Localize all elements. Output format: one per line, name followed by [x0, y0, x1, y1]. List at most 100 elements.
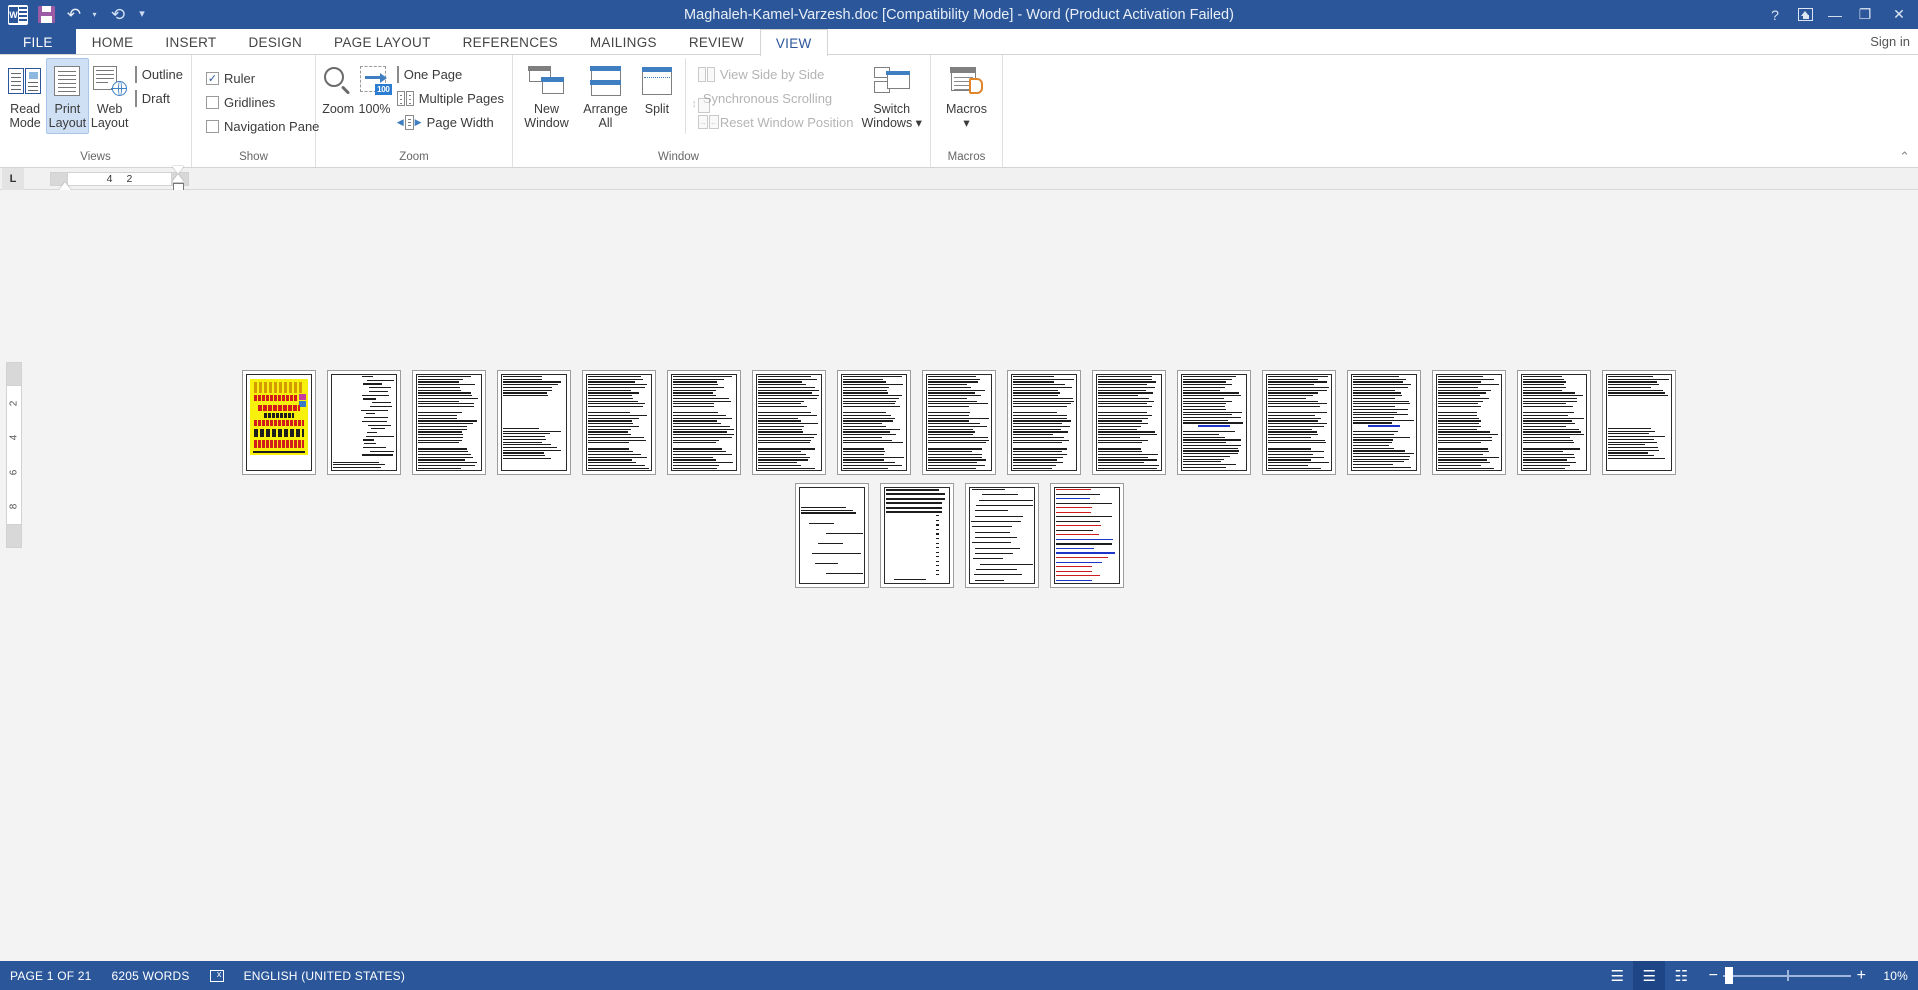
word-count[interactable]: 6205 WORDS	[102, 961, 200, 990]
sign-in-button[interactable]: Sign in	[1870, 29, 1918, 54]
page-thumbnail[interactable]	[409, 367, 489, 478]
page-thumbnail[interactable]	[961, 480, 1042, 591]
macros-icon	[950, 63, 983, 99]
page-thumbnail[interactable]	[1046, 480, 1127, 591]
outline-button[interactable]: Outline	[131, 62, 187, 86]
customize-qat-icon[interactable]: ▾	[133, 3, 151, 27]
print-layout-label-2: Layout	[48, 116, 87, 130]
collapse-ribbon-icon[interactable]: ⌃	[1899, 149, 1910, 165]
page-thumbnail[interactable]	[579, 367, 659, 478]
arrange-all-button[interactable]: Arrange All	[576, 58, 635, 134]
macros-button[interactable]: Macros ▾	[935, 58, 998, 134]
close-button[interactable]: ✕	[1880, 0, 1918, 29]
multiple-pages-button[interactable]: Multiple Pages	[393, 86, 508, 110]
page-thumbnail[interactable]	[1429, 367, 1509, 478]
page-indicator[interactable]: PAGE 1 OF 21	[0, 961, 102, 990]
tab-mailings[interactable]: MAILINGS	[574, 29, 673, 54]
page-thumbnail[interactable]	[1174, 367, 1254, 478]
horizontal-ruler[interactable]: 4 2	[50, 165, 189, 192]
minimize-button[interactable]: —	[1820, 0, 1850, 29]
page-thumbnail[interactable]	[919, 367, 999, 478]
gridlines-checkbox[interactable]: Gridlines	[202, 90, 323, 114]
page-thumbnail[interactable]	[1089, 367, 1169, 478]
word-logo-icon[interactable]: W	[5, 3, 31, 27]
language-indicator[interactable]: ENGLISH (UNITED STATES)	[234, 961, 416, 990]
one-page-button[interactable]: One Page	[393, 62, 508, 86]
page-width-button[interactable]: ◀ ▶ Page Width	[393, 110, 508, 134]
page-thumbnail[interactable]	[876, 480, 957, 591]
undo-icon[interactable]: ↶	[61, 3, 87, 27]
outline-label: Outline	[141, 66, 183, 82]
page-thumbnail[interactable]	[494, 367, 574, 478]
redo-icon[interactable]: ⟲	[105, 3, 131, 27]
page-thumbnail[interactable]	[324, 367, 404, 478]
page-thumbnail[interactable]	[1344, 367, 1424, 478]
zoom-100-label: 100%	[358, 102, 391, 116]
print-layout-button[interactable]: Print Layout	[46, 58, 89, 134]
page-thumbnail[interactable]	[1004, 367, 1084, 478]
print-layout-view-button[interactable]: ☰	[1633, 961, 1666, 990]
page-thumbnail[interactable]	[749, 367, 829, 478]
tab-stop-selector[interactable]: L	[2, 167, 24, 190]
zoom-100-button[interactable]: 100 100%	[356, 58, 392, 134]
read-mode-view-button[interactable]: ☰	[1601, 961, 1633, 990]
zoom-percent[interactable]: 10%	[1883, 969, 1918, 983]
switch-windows-button[interactable]: Switch Windows ▾	[857, 58, 926, 134]
ribbon-display-options-icon[interactable]	[1790, 0, 1820, 29]
draft-button[interactable]: Draft	[131, 86, 187, 110]
synchronous-scrolling-button[interactable]: ↕ Synchronous Scrolling	[691, 86, 858, 113]
ribbon-group-views: Read Mode Print Layout Web Layout Outlin…	[0, 55, 192, 167]
navigation-pane-checkbox[interactable]: Navigation Pane	[202, 114, 323, 138]
ruler-checkbox-box: ✓	[206, 71, 219, 85]
reset-window-position-button[interactable]: → ← Reset Window Position	[694, 110, 858, 134]
web-layout-view-button[interactable]: ☷	[1665, 961, 1697, 990]
page-thumbnail[interactable]	[834, 367, 914, 478]
save-icon[interactable]	[33, 3, 59, 27]
page-thumbnail[interactable]	[791, 480, 872, 591]
page-thumbnail[interactable]	[1259, 367, 1339, 478]
tab-view[interactable]: VIEW	[759, 29, 828, 56]
web-layout-label-2: Layout	[90, 116, 129, 130]
page-thumbnail[interactable]	[1599, 367, 1679, 478]
restore-button[interactable]: ❐	[1850, 0, 1880, 29]
ruler-checkbox[interactable]: ✓ Ruler	[202, 66, 323, 90]
document-canvas[interactable]: 2 4 6 8	[0, 190, 1918, 961]
group-label-macros: Macros	[947, 151, 986, 163]
new-window-button[interactable]: New Window	[517, 58, 576, 134]
zoom-slider-knob[interactable]	[1725, 967, 1734, 984]
group-label-views: Views	[80, 151, 111, 163]
zoom-in-button[interactable]: +	[1851, 967, 1871, 985]
page-thumbnails	[0, 367, 1918, 591]
tab-page-layout[interactable]: PAGE LAYOUT	[318, 29, 447, 54]
split-button[interactable]: Split	[635, 58, 679, 134]
zoom-slider-control[interactable]: − +	[1697, 961, 1883, 990]
navigation-pane-label: Navigation Pane	[224, 118, 320, 134]
help-icon[interactable]: ?	[1760, 0, 1790, 29]
left-indent-marker[interactable]	[59, 181, 71, 190]
ribbon-group-zoom: Zoom 100 100% One Page Multiple Pages ◀	[316, 55, 513, 167]
tab-file[interactable]: FILE	[0, 29, 76, 54]
navigation-pane-checkbox-box	[206, 119, 219, 133]
page-thumbnail[interactable]	[1514, 367, 1594, 478]
zoom-out-button[interactable]: −	[1703, 967, 1723, 985]
zoom-slider[interactable]	[1723, 961, 1852, 990]
macros-label-1: Macros	[946, 102, 987, 116]
read-mode-button[interactable]: Read Mode	[4, 58, 46, 134]
new-window-label-1: New	[533, 102, 559, 116]
tab-home[interactable]: HOME	[76, 29, 150, 54]
tab-insert[interactable]: INSERT	[149, 29, 232, 54]
web-layout-button[interactable]: Web Layout	[89, 58, 131, 134]
tab-design[interactable]: DESIGN	[232, 29, 318, 54]
proofing-errors-icon[interactable]	[200, 961, 234, 990]
read-mode-label-2: Mode	[9, 116, 41, 130]
status-bar: PAGE 1 OF 21 6205 WORDS ENGLISH (UNITED …	[0, 961, 1918, 990]
tab-references[interactable]: REFERENCES	[447, 29, 574, 54]
group-label-zoom: Zoom	[399, 151, 429, 163]
page-thumbnail[interactable]	[664, 367, 744, 478]
read-mode-label-1: Read	[10, 102, 41, 116]
tab-review[interactable]: REVIEW	[673, 29, 760, 54]
view-side-by-side-button[interactable]: View Side by Side	[694, 62, 858, 86]
undo-dropdown-icon[interactable]: ▾	[89, 3, 103, 27]
zoom-button[interactable]: Zoom	[320, 58, 356, 134]
page-thumbnail[interactable]	[239, 367, 319, 478]
